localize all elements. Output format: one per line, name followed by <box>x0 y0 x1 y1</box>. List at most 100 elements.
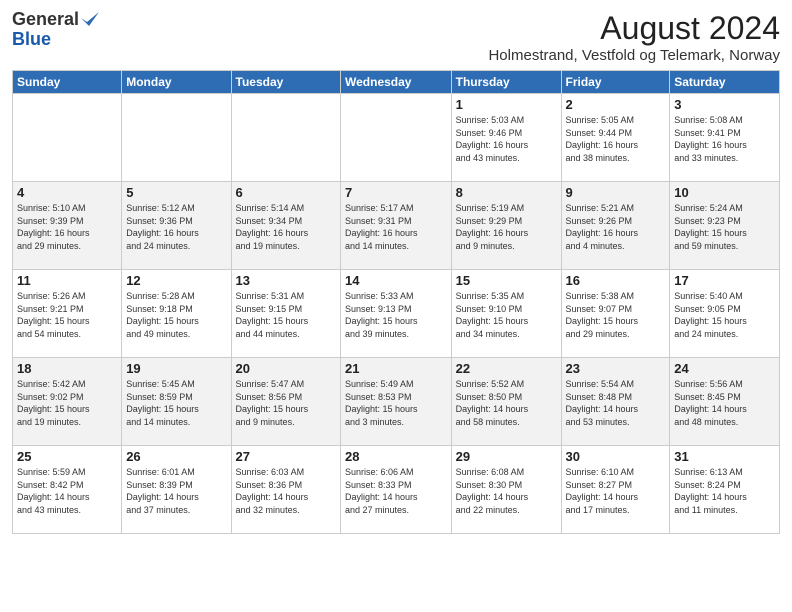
day-number: 3 <box>674 97 775 112</box>
day-info: Sunrise: 6:10 AM Sunset: 8:27 PM Dayligh… <box>566 466 666 516</box>
calendar-cell-w2-d7: 10Sunrise: 5:24 AM Sunset: 9:23 PM Dayli… <box>670 182 780 270</box>
day-info: Sunrise: 6:03 AM Sunset: 8:36 PM Dayligh… <box>236 466 336 516</box>
calendar-cell-w1-d2 <box>122 94 231 182</box>
day-info: Sunrise: 5:59 AM Sunset: 8:42 PM Dayligh… <box>17 466 117 516</box>
day-number: 28 <box>345 449 447 464</box>
header-saturday: Saturday <box>670 71 780 94</box>
calendar-cell-w1-d3 <box>231 94 340 182</box>
day-info: Sunrise: 5:05 AM Sunset: 9:44 PM Dayligh… <box>566 114 666 164</box>
calendar-cell-w1-d4 <box>341 94 452 182</box>
calendar-header-row: Sunday Monday Tuesday Wednesday Thursday… <box>13 71 780 94</box>
day-info: Sunrise: 5:26 AM Sunset: 9:21 PM Dayligh… <box>17 290 117 340</box>
day-info: Sunrise: 5:10 AM Sunset: 9:39 PM Dayligh… <box>17 202 117 252</box>
calendar-cell-w5-d5: 29 Sunrise: 6:08 AM Sunset: 8:30 PM Dayli… <box>451 446 561 534</box>
day-number: 5 <box>126 185 226 200</box>
day-number: 6 <box>236 185 336 200</box>
week-row-3: 11 Sunrise: 5:26 AM Sunset: 9:21 PM Dayli… <box>13 270 780 358</box>
day-number: 17 <box>674 273 775 288</box>
day-info: Sunrise: 5:47 AM Sunset: 8:56 PM Dayligh… <box>236 378 336 428</box>
header-thursday: Thursday <box>451 71 561 94</box>
calendar-cell-w2-d5: 8 Sunrise: 5:19 AM Sunset: 9:29 PM Daylig… <box>451 182 561 270</box>
week-row-2: 4Sunrise: 5:10 AM Sunset: 9:39 PM Daylig… <box>13 182 780 270</box>
day-number: 25 <box>17 449 117 464</box>
day-number: 18 <box>17 361 117 376</box>
calendar-cell-w4-d7: 24Sunrise: 5:56 AM Sunset: 8:45 PM Dayli… <box>670 358 780 446</box>
calendar-cell-w4-d2: 19Sunrise: 5:45 AM Sunset: 8:59 PM Dayli… <box>122 358 231 446</box>
week-row-5: 25 Sunrise: 5:59 AM Sunset: 8:42 PM Dayli… <box>13 446 780 534</box>
week-row-4: 18 Sunrise: 5:42 AM Sunset: 9:02 PM Dayli… <box>13 358 780 446</box>
day-number: 2 <box>566 97 666 112</box>
calendar-cell-w4-d6: 23 Sunrise: 5:54 AM Sunset: 8:48 PM Dayli… <box>561 358 670 446</box>
day-number: 12 <box>126 273 226 288</box>
day-number: 24 <box>674 361 775 376</box>
day-info: Sunrise: 5:31 AM Sunset: 9:15 PM Dayligh… <box>236 290 336 340</box>
calendar-cell-w4-d4: 21Sunrise: 5:49 AM Sunset: 8:53 PM Dayli… <box>341 358 452 446</box>
calendar-cell-w2-d4: 7 Sunrise: 5:17 AM Sunset: 9:31 PM Daylig… <box>341 182 452 270</box>
calendar-cell-w3-d6: 16 Sunrise: 5:38 AM Sunset: 9:07 PM Dayli… <box>561 270 670 358</box>
calendar-cell-w3-d2: 12 Sunrise: 5:28 AM Sunset: 9:18 PM Dayli… <box>122 270 231 358</box>
day-info: Sunrise: 5:12 AM Sunset: 9:36 PM Dayligh… <box>126 202 226 252</box>
calendar-cell-w5-d2: 26Sunrise: 6:01 AM Sunset: 8:39 PM Dayli… <box>122 446 231 534</box>
calendar-cell-w4-d5: 22 Sunrise: 5:52 AM Sunset: 8:50 PM Dayli… <box>451 358 561 446</box>
day-info: Sunrise: 5:52 AM Sunset: 8:50 PM Dayligh… <box>456 378 557 428</box>
day-info: Sunrise: 5:14 AM Sunset: 9:34 PM Dayligh… <box>236 202 336 252</box>
day-number: 20 <box>236 361 336 376</box>
day-info: Sunrise: 5:21 AM Sunset: 9:26 PM Dayligh… <box>566 202 666 252</box>
calendar-cell-w4-d3: 20 Sunrise: 5:47 AM Sunset: 8:56 PM Dayli… <box>231 358 340 446</box>
day-number: 31 <box>674 449 775 464</box>
day-number: 23 <box>566 361 666 376</box>
day-number: 14 <box>345 273 447 288</box>
day-number: 8 <box>456 185 557 200</box>
day-number: 27 <box>236 449 336 464</box>
day-info: Sunrise: 5:08 AM Sunset: 9:41 PM Dayligh… <box>674 114 775 164</box>
title-area: August 2024 Holmestrand, Vestfold og Tel… <box>488 10 780 64</box>
calendar-cell-w5-d7: 31 Sunrise: 6:13 AM Sunset: 8:24 PM Dayli… <box>670 446 780 534</box>
day-info: Sunrise: 6:06 AM Sunset: 8:33 PM Dayligh… <box>345 466 447 516</box>
day-info: Sunrise: 5:33 AM Sunset: 9:13 PM Dayligh… <box>345 290 447 340</box>
calendar-cell-w3-d4: 14 Sunrise: 5:33 AM Sunset: 9:13 PM Dayli… <box>341 270 452 358</box>
subtitle: Holmestrand, Vestfold og Telemark, Norwa… <box>488 47 780 64</box>
calendar-cell-w3-d1: 11 Sunrise: 5:26 AM Sunset: 9:21 PM Dayli… <box>13 270 122 358</box>
logo-blue-text: Blue <box>12 30 99 50</box>
calendar-cell-w5-d6: 30 Sunrise: 6:10 AM Sunset: 8:27 PM Dayli… <box>561 446 670 534</box>
calendar-cell-w1-d7: 3 Sunrise: 5:08 AM Sunset: 9:41 PM Daylig… <box>670 94 780 182</box>
day-info: Sunrise: 5:28 AM Sunset: 9:18 PM Dayligh… <box>126 290 226 340</box>
day-number: 11 <box>17 273 117 288</box>
week-row-1: 1Sunrise: 5:03 AM Sunset: 9:46 PM Daylig… <box>13 94 780 182</box>
day-info: Sunrise: 6:13 AM Sunset: 8:24 PM Dayligh… <box>674 466 775 516</box>
day-info: Sunrise: 6:08 AM Sunset: 8:30 PM Dayligh… <box>456 466 557 516</box>
calendar-cell-w5-d1: 25 Sunrise: 5:59 AM Sunset: 8:42 PM Dayli… <box>13 446 122 534</box>
calendar-cell-w3-d7: 17Sunrise: 5:40 AM Sunset: 9:05 PM Dayli… <box>670 270 780 358</box>
calendar-cell-w3-d3: 13 Sunrise: 5:31 AM Sunset: 9:15 PM Dayli… <box>231 270 340 358</box>
calendar-cell-w5-d4: 28 Sunrise: 6:06 AM Sunset: 8:33 PM Dayli… <box>341 446 452 534</box>
day-info: Sunrise: 5:38 AM Sunset: 9:07 PM Dayligh… <box>566 290 666 340</box>
day-number: 9 <box>566 185 666 200</box>
day-number: 16 <box>566 273 666 288</box>
day-info: Sunrise: 5:03 AM Sunset: 9:46 PM Dayligh… <box>456 114 557 164</box>
header-friday: Friday <box>561 71 670 94</box>
calendar-cell-w1-d5: 1Sunrise: 5:03 AM Sunset: 9:46 PM Daylig… <box>451 94 561 182</box>
calendar-cell-w1-d1 <box>13 94 122 182</box>
header-tuesday: Tuesday <box>231 71 340 94</box>
header-monday: Monday <box>122 71 231 94</box>
calendar-cell-w5-d3: 27 Sunrise: 6:03 AM Sunset: 8:36 PM Dayli… <box>231 446 340 534</box>
logo-general-text: General <box>12 10 79 30</box>
day-info: Sunrise: 5:17 AM Sunset: 9:31 PM Dayligh… <box>345 202 447 252</box>
calendar-cell-w4-d1: 18 Sunrise: 5:42 AM Sunset: 9:02 PM Dayli… <box>13 358 122 446</box>
day-info: Sunrise: 5:42 AM Sunset: 9:02 PM Dayligh… <box>17 378 117 428</box>
day-info: Sunrise: 5:45 AM Sunset: 8:59 PM Dayligh… <box>126 378 226 428</box>
day-info: Sunrise: 5:35 AM Sunset: 9:10 PM Dayligh… <box>456 290 557 340</box>
day-info: Sunrise: 5:24 AM Sunset: 9:23 PM Dayligh… <box>674 202 775 252</box>
day-number: 15 <box>456 273 557 288</box>
day-number: 22 <box>456 361 557 376</box>
day-number: 30 <box>566 449 666 464</box>
calendar: Sunday Monday Tuesday Wednesday Thursday… <box>12 70 780 534</box>
calendar-cell-w2-d6: 9 Sunrise: 5:21 AM Sunset: 9:26 PM Daylig… <box>561 182 670 270</box>
day-number: 13 <box>236 273 336 288</box>
day-info: Sunrise: 5:54 AM Sunset: 8:48 PM Dayligh… <box>566 378 666 428</box>
calendar-cell-w3-d5: 15 Sunrise: 5:35 AM Sunset: 9:10 PM Dayli… <box>451 270 561 358</box>
day-number: 7 <box>345 185 447 200</box>
calendar-cell-w1-d6: 2 Sunrise: 5:05 AM Sunset: 9:44 PM Daylig… <box>561 94 670 182</box>
day-info: Sunrise: 5:19 AM Sunset: 9:29 PM Dayligh… <box>456 202 557 252</box>
day-number: 29 <box>456 449 557 464</box>
